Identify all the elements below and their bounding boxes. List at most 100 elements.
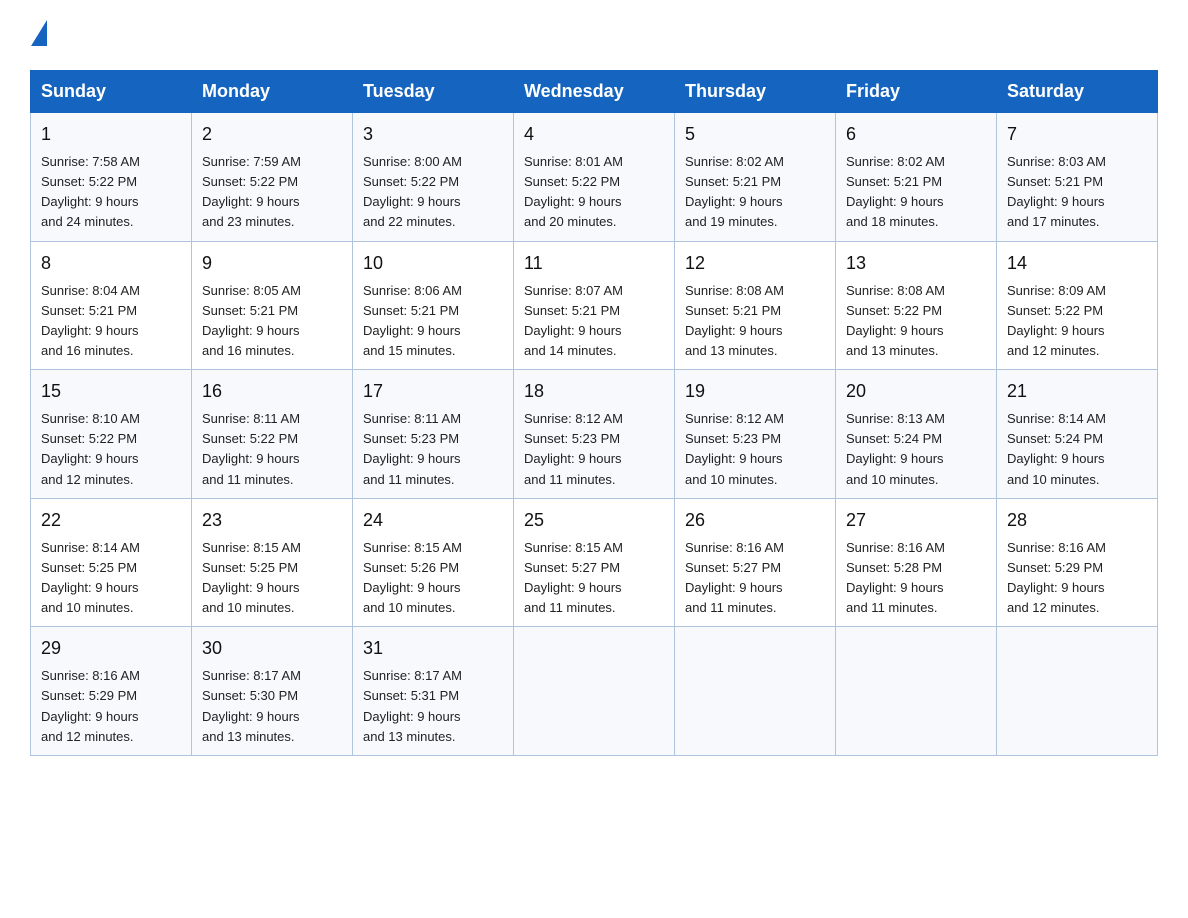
calendar-header-row: SundayMondayTuesdayWednesdayThursdayFrid…	[31, 71, 1158, 113]
day-info: Sunrise: 8:15 AMSunset: 5:25 PMDaylight:…	[202, 538, 342, 619]
day-info: Sunrise: 8:09 AMSunset: 5:22 PMDaylight:…	[1007, 281, 1147, 362]
day-number: 8	[41, 250, 181, 277]
calendar-cell: 8 Sunrise: 8:04 AMSunset: 5:21 PMDaylight…	[31, 241, 192, 370]
calendar-cell: 17 Sunrise: 8:11 AMSunset: 5:23 PMDayligh…	[353, 370, 514, 499]
day-number: 16	[202, 378, 342, 405]
day-number: 27	[846, 507, 986, 534]
calendar-cell: 18 Sunrise: 8:12 AMSunset: 5:23 PMDayligh…	[514, 370, 675, 499]
day-info: Sunrise: 8:16 AMSunset: 5:29 PMDaylight:…	[41, 666, 181, 747]
day-number: 13	[846, 250, 986, 277]
logo-arrow-icon	[31, 20, 47, 46]
calendar-week-row: 8 Sunrise: 8:04 AMSunset: 5:21 PMDaylight…	[31, 241, 1158, 370]
day-number: 14	[1007, 250, 1147, 277]
day-info: Sunrise: 8:12 AMSunset: 5:23 PMDaylight:…	[524, 409, 664, 490]
calendar-cell: 4 Sunrise: 8:01 AMSunset: 5:22 PMDaylight…	[514, 113, 675, 242]
calendar-cell: 15 Sunrise: 8:10 AMSunset: 5:22 PMDayligh…	[31, 370, 192, 499]
calendar-cell: 1 Sunrise: 7:58 AMSunset: 5:22 PMDaylight…	[31, 113, 192, 242]
day-number: 21	[1007, 378, 1147, 405]
day-info: Sunrise: 8:11 AMSunset: 5:22 PMDaylight:…	[202, 409, 342, 490]
day-info: Sunrise: 8:07 AMSunset: 5:21 PMDaylight:…	[524, 281, 664, 362]
calendar-cell: 2Sunrise: 7:59 AMSunset: 5:22 PMDaylight…	[192, 113, 353, 242]
calendar-cell: 20Sunrise: 8:13 AMSunset: 5:24 PMDayligh…	[836, 370, 997, 499]
day-number: 4	[524, 121, 664, 148]
day-number: 20	[846, 378, 986, 405]
calendar-cell: 10 Sunrise: 8:06 AMSunset: 5:21 PMDayligh…	[353, 241, 514, 370]
day-number: 22	[41, 507, 181, 534]
calendar-cell: 24 Sunrise: 8:15 AMSunset: 5:26 PMDayligh…	[353, 498, 514, 627]
calendar-cell: 23 Sunrise: 8:15 AMSunset: 5:25 PMDayligh…	[192, 498, 353, 627]
page-header	[30, 20, 1158, 50]
calendar-cell: 3Sunrise: 8:00 AMSunset: 5:22 PMDaylight…	[353, 113, 514, 242]
day-number: 1	[41, 121, 181, 148]
day-info: Sunrise: 8:03 AMSunset: 5:21 PMDaylight:…	[1007, 152, 1147, 233]
day-number: 15	[41, 378, 181, 405]
day-number: 18	[524, 378, 664, 405]
day-info: Sunrise: 8:16 AMSunset: 5:28 PMDaylight:…	[846, 538, 986, 619]
col-header-monday: Monday	[192, 71, 353, 113]
day-info: Sunrise: 8:16 AMSunset: 5:29 PMDaylight:…	[1007, 538, 1147, 619]
day-info: Sunrise: 8:14 AMSunset: 5:24 PMDaylight:…	[1007, 409, 1147, 490]
day-info: Sunrise: 8:05 AMSunset: 5:21 PMDaylight:…	[202, 281, 342, 362]
day-info: Sunrise: 8:04 AMSunset: 5:21 PMDaylight:…	[41, 281, 181, 362]
calendar-cell: 12Sunrise: 8:08 AMSunset: 5:21 PMDayligh…	[675, 241, 836, 370]
day-info: Sunrise: 8:15 AMSunset: 5:26 PMDaylight:…	[363, 538, 503, 619]
day-number: 24	[363, 507, 503, 534]
col-header-thursday: Thursday	[675, 71, 836, 113]
col-header-tuesday: Tuesday	[353, 71, 514, 113]
day-number: 31	[363, 635, 503, 662]
day-info: Sunrise: 8:08 AMSunset: 5:22 PMDaylight:…	[846, 281, 986, 362]
calendar-cell: 27 Sunrise: 8:16 AMSunset: 5:28 PMDayligh…	[836, 498, 997, 627]
day-info: Sunrise: 8:10 AMSunset: 5:22 PMDaylight:…	[41, 409, 181, 490]
day-info: Sunrise: 8:17 AMSunset: 5:30 PMDaylight:…	[202, 666, 342, 747]
calendar-week-row: 1 Sunrise: 7:58 AMSunset: 5:22 PMDaylight…	[31, 113, 1158, 242]
day-info: Sunrise: 8:11 AMSunset: 5:23 PMDaylight:…	[363, 409, 503, 490]
calendar-cell: 19 Sunrise: 8:12 AMSunset: 5:23 PMDayligh…	[675, 370, 836, 499]
calendar-cell: 13 Sunrise: 8:08 AMSunset: 5:22 PMDayligh…	[836, 241, 997, 370]
day-number: 5	[685, 121, 825, 148]
day-number: 28	[1007, 507, 1147, 534]
day-number: 10	[363, 250, 503, 277]
col-header-saturday: Saturday	[997, 71, 1158, 113]
day-number: 29	[41, 635, 181, 662]
calendar-cell	[997, 627, 1158, 756]
calendar-cell: 21 Sunrise: 8:14 AMSunset: 5:24 PMDayligh…	[997, 370, 1158, 499]
day-info: Sunrise: 8:06 AMSunset: 5:21 PMDaylight:…	[363, 281, 503, 362]
day-info: Sunrise: 8:01 AMSunset: 5:22 PMDaylight:…	[524, 152, 664, 233]
calendar-cell: 22 Sunrise: 8:14 AMSunset: 5:25 PMDayligh…	[31, 498, 192, 627]
logo	[30, 20, 47, 50]
calendar-cell: 7Sunrise: 8:03 AMSunset: 5:21 PMDaylight…	[997, 113, 1158, 242]
calendar-week-row: 22 Sunrise: 8:14 AMSunset: 5:25 PMDayligh…	[31, 498, 1158, 627]
col-header-sunday: Sunday	[31, 71, 192, 113]
calendar-cell: 25 Sunrise: 8:15 AMSunset: 5:27 PMDayligh…	[514, 498, 675, 627]
day-number: 30	[202, 635, 342, 662]
col-header-wednesday: Wednesday	[514, 71, 675, 113]
day-info: Sunrise: 7:58 AMSunset: 5:22 PMDaylight:…	[41, 152, 181, 233]
calendar-cell: 28 Sunrise: 8:16 AMSunset: 5:29 PMDayligh…	[997, 498, 1158, 627]
day-info: Sunrise: 8:15 AMSunset: 5:27 PMDaylight:…	[524, 538, 664, 619]
day-number: 19	[685, 378, 825, 405]
day-info: Sunrise: 8:02 AMSunset: 5:21 PMDaylight:…	[846, 152, 986, 233]
day-info: Sunrise: 8:16 AMSunset: 5:27 PMDaylight:…	[685, 538, 825, 619]
day-number: 11	[524, 250, 664, 277]
day-number: 23	[202, 507, 342, 534]
day-number: 12	[685, 250, 825, 277]
day-number: 25	[524, 507, 664, 534]
day-number: 17	[363, 378, 503, 405]
calendar-cell: 5 Sunrise: 8:02 AMSunset: 5:21 PMDaylight…	[675, 113, 836, 242]
calendar-week-row: 29 Sunrise: 8:16 AMSunset: 5:29 PMDayligh…	[31, 627, 1158, 756]
col-header-friday: Friday	[836, 71, 997, 113]
calendar-cell: 9 Sunrise: 8:05 AMSunset: 5:21 PMDaylight…	[192, 241, 353, 370]
day-info: Sunrise: 8:14 AMSunset: 5:25 PMDaylight:…	[41, 538, 181, 619]
calendar-cell: 11 Sunrise: 8:07 AMSunset: 5:21 PMDayligh…	[514, 241, 675, 370]
calendar-table: SundayMondayTuesdayWednesdayThursdayFrid…	[30, 70, 1158, 756]
day-info: Sunrise: 8:17 AMSunset: 5:31 PMDaylight:…	[363, 666, 503, 747]
calendar-cell: 30 Sunrise: 8:17 AMSunset: 5:30 PMDayligh…	[192, 627, 353, 756]
day-info: Sunrise: 8:02 AMSunset: 5:21 PMDaylight:…	[685, 152, 825, 233]
calendar-cell: 29 Sunrise: 8:16 AMSunset: 5:29 PMDayligh…	[31, 627, 192, 756]
day-number: 6	[846, 121, 986, 148]
day-number: 9	[202, 250, 342, 277]
calendar-cell	[514, 627, 675, 756]
day-info: Sunrise: 8:12 AMSunset: 5:23 PMDaylight:…	[685, 409, 825, 490]
calendar-cell: 14 Sunrise: 8:09 AMSunset: 5:22 PMDayligh…	[997, 241, 1158, 370]
calendar-cell: 16 Sunrise: 8:11 AMSunset: 5:22 PMDayligh…	[192, 370, 353, 499]
